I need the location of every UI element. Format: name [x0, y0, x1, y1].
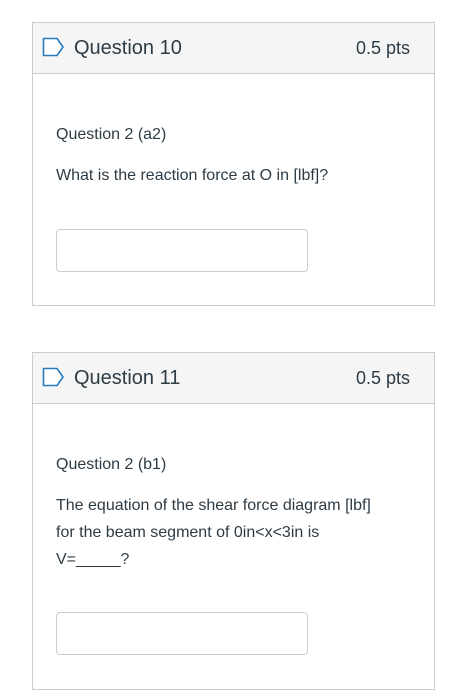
- question-prompt-line: What is the reaction force at O in [lbf]…: [56, 167, 329, 184]
- question-header: Question 11 0.5 pts: [33, 353, 434, 404]
- answer-input[interactable]: [56, 612, 308, 655]
- question-points: 0.5 pts: [355, 368, 410, 388]
- question-label: Question 2 (b1): [56, 456, 167, 473]
- question-prompt-line: V=_____?: [56, 551, 130, 568]
- question-title: Question 11: [74, 367, 181, 389]
- answer-input[interactable]: [56, 229, 308, 272]
- question-prompt-line: for the beam segment of 0in<x<3in is: [56, 524, 320, 541]
- question-header: Question 10 0.5 pts: [33, 23, 434, 74]
- question-label: Question 2 (a2): [56, 126, 167, 143]
- question-10-card: Question 10 0.5 pts Question 2 (a2) What…: [32, 22, 435, 306]
- bookmark-flag-icon[interactable]: [42, 37, 65, 57]
- question-11-card: Question 11 0.5 pts Question 2 (b1) The …: [32, 352, 435, 690]
- question-prompt-line: The equation of the shear force diagram …: [56, 497, 371, 514]
- bookmark-flag-icon[interactable]: [42, 367, 65, 387]
- question-points: 0.5 pts: [355, 38, 410, 58]
- question-body: Question 2 (b1) The equation of the shea…: [56, 451, 414, 573]
- question-title: Question 10: [74, 37, 182, 59]
- question-body: Question 2 (a2) What is the reaction for…: [56, 121, 414, 189]
